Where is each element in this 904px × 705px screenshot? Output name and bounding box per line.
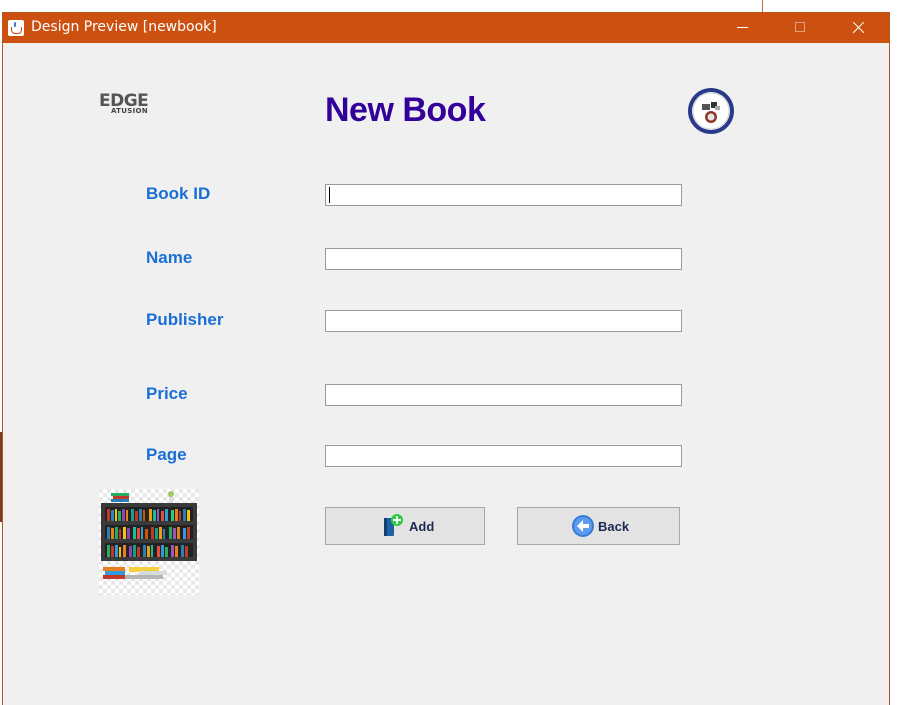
- text-caret: [329, 187, 330, 203]
- label-publisher: Publisher: [146, 310, 224, 329]
- label-book-id: Book ID: [146, 184, 211, 203]
- label-name: Name: [146, 248, 193, 267]
- window-title: Design Preview [newbook]: [31, 19, 217, 35]
- page-input[interactable]: [325, 445, 682, 467]
- book-id-input[interactable]: [325, 184, 682, 206]
- title-bar[interactable]: Design Preview [newbook]: [3, 13, 889, 43]
- label-price: Price: [146, 384, 188, 403]
- edge-logo: EDGE ATUSION: [99, 91, 159, 115]
- back-button-label: Back: [598, 518, 630, 534]
- price-input[interactable]: [325, 384, 682, 406]
- add-button[interactable]: Add: [325, 507, 485, 545]
- bookshelf-image: [99, 489, 199, 595]
- java-app-icon: [8, 20, 24, 36]
- page-title: New Book: [325, 91, 486, 129]
- back-button[interactable]: Back: [517, 507, 680, 545]
- back-arrow-icon: [572, 515, 594, 537]
- background-window-edge: [762, 0, 763, 12]
- publisher-input[interactable]: [325, 310, 682, 332]
- add-book-icon: [384, 514, 403, 536]
- edge-logo-sub: ATUSION: [111, 107, 148, 115]
- close-icon[interactable]: [835, 13, 881, 43]
- maximize-icon: [777, 13, 823, 43]
- name-input[interactable]: [325, 248, 682, 270]
- add-button-label: Add: [409, 518, 435, 534]
- form-content: EDGE ATUSION New Book Book ID Name Publi…: [3, 43, 889, 705]
- app-window: Design Preview [newbook] EDGE ATUSION Ne…: [2, 12, 890, 705]
- label-page: Page: [146, 445, 187, 464]
- minimize-icon[interactable]: [719, 13, 765, 43]
- institution-seal-icon: [688, 88, 734, 134]
